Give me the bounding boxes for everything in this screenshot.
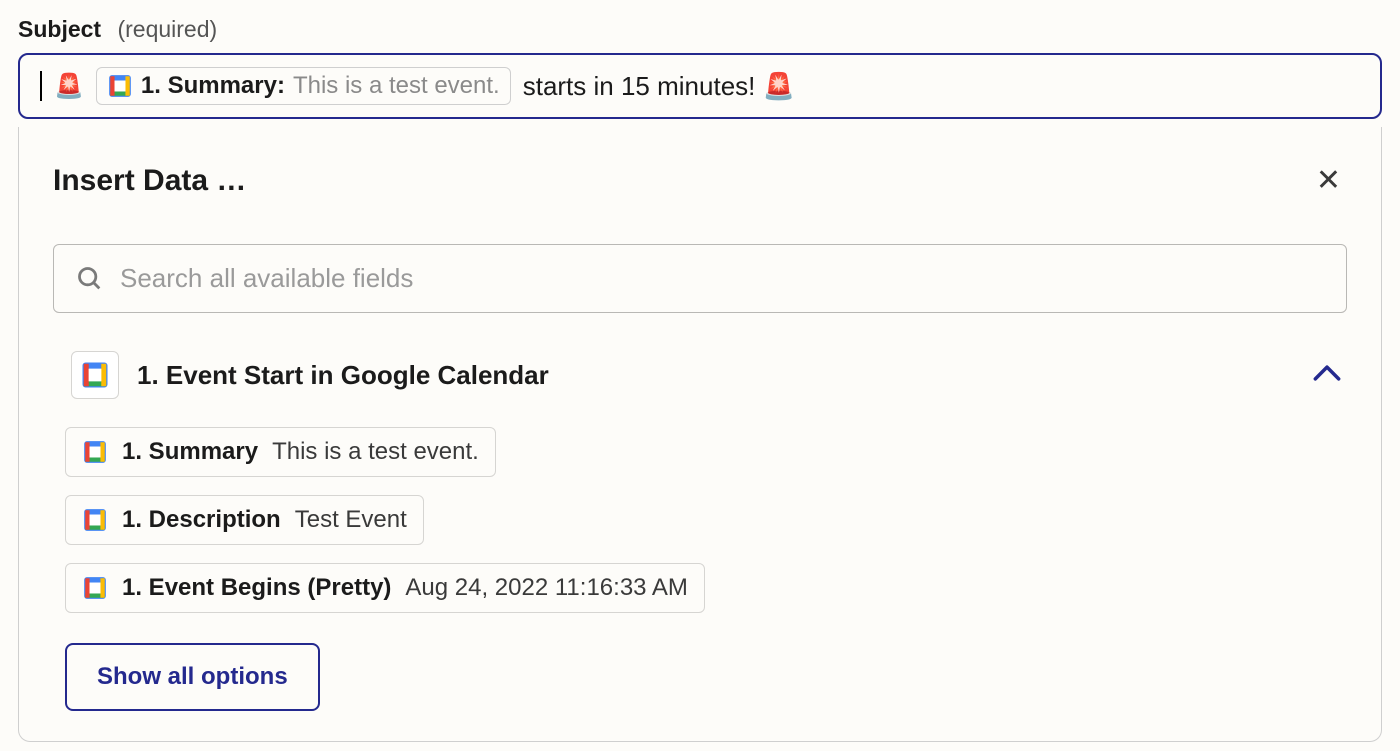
google-calendar-icon <box>82 439 108 465</box>
group-title: 1. Event Start in Google Calendar <box>137 360 1295 391</box>
field-name: Subject <box>18 16 101 42</box>
option-key: 1. Summary <box>122 438 258 466</box>
data-source-group-header[interactable]: 1. Event Start in Google Calendar <box>65 345 1347 405</box>
google-calendar-icon <box>82 575 108 601</box>
subject-input[interactable]: 🚨 1. Summary: This is a test event. star… <box>18 53 1382 119</box>
field-required: (required) <box>117 16 217 42</box>
close-icon: ✕ <box>1316 164 1341 197</box>
option-value: This is a test event. <box>272 438 479 466</box>
subject-suffix-text: starts in 15 minutes! 🚨 <box>523 71 795 102</box>
close-button[interactable]: ✕ <box>1310 159 1347 202</box>
option-key: 1. Description <box>122 506 281 534</box>
google-calendar-icon <box>82 507 108 533</box>
search-icon <box>76 265 104 293</box>
show-all-options-button[interactable]: Show all options <box>65 643 320 711</box>
google-calendar-icon <box>71 351 119 399</box>
field-label: Subject (required) <box>18 16 1382 43</box>
field-option[interactable]: 1. Description Test Event <box>65 495 424 545</box>
chip-key: 1. Summary: <box>141 72 285 100</box>
panel-title: Insert Data … <box>53 164 246 198</box>
search-input[interactable] <box>120 263 1324 294</box>
option-key: 1. Event Begins (Pretty) <box>122 574 391 602</box>
search-field[interactable] <box>53 244 1347 313</box>
field-option[interactable]: 1. Summary This is a test event. <box>65 427 496 477</box>
chip-value: This is a test event. <box>293 72 500 100</box>
option-value: Aug 24, 2022 11:16:33 AM <box>405 574 687 602</box>
text-cursor <box>40 71 42 101</box>
field-option[interactable]: 1. Event Begins (Pretty) Aug 24, 2022 11… <box>65 563 705 613</box>
option-value: Test Event <box>295 506 407 534</box>
siren-emoji: 🚨 <box>54 72 84 101</box>
google-calendar-icon <box>107 73 133 99</box>
insert-data-panel: Insert Data … ✕ <box>18 127 1382 742</box>
chevron-up-icon <box>1313 362 1341 388</box>
inserted-field-chip[interactable]: 1. Summary: This is a test event. <box>96 67 511 105</box>
field-options-list: 1. Summary This is a test event. 1. Desc… <box>65 427 1347 613</box>
